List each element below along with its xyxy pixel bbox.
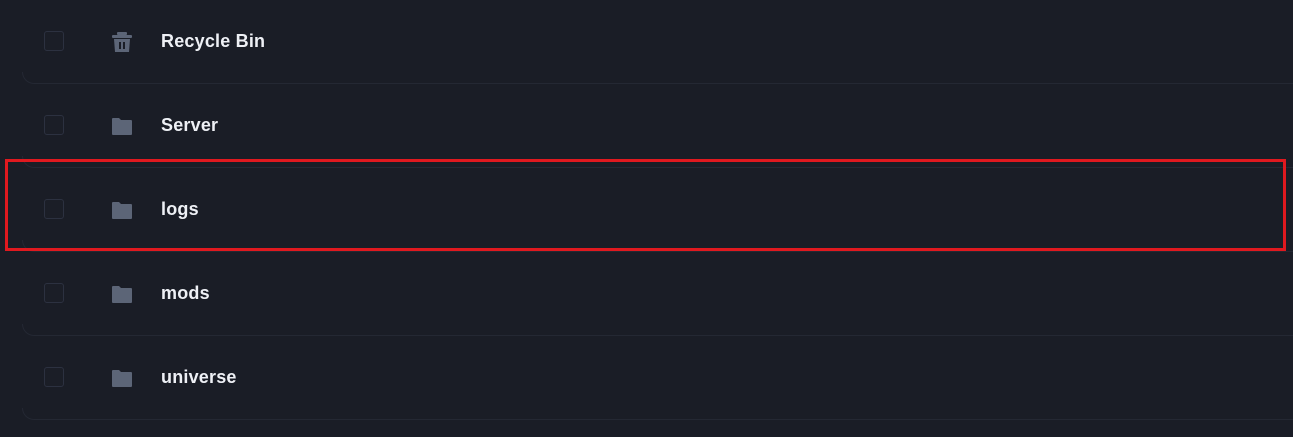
file-name[interactable]: mods bbox=[161, 282, 210, 304]
file-row-mods[interactable]: mods bbox=[0, 252, 1293, 336]
row-divider bbox=[22, 240, 1293, 252]
file-row-recycle-bin[interactable]: Recycle Bin bbox=[0, 0, 1293, 84]
file-list: Recycle Bin Server logs mods universe bbox=[0, 0, 1293, 437]
folder-icon bbox=[111, 367, 133, 389]
row-divider bbox=[22, 408, 1293, 420]
row-checkbox[interactable] bbox=[44, 367, 64, 387]
file-row-logs[interactable]: logs bbox=[0, 168, 1293, 252]
file-row-server[interactable]: Server bbox=[0, 84, 1293, 168]
folder-icon bbox=[111, 283, 133, 305]
file-name[interactable]: logs bbox=[161, 198, 199, 220]
row-checkbox[interactable] bbox=[44, 283, 64, 303]
row-checkbox[interactable] bbox=[44, 199, 64, 219]
file-name[interactable]: Recycle Bin bbox=[161, 30, 265, 52]
folder-icon bbox=[111, 115, 133, 137]
file-name[interactable]: Server bbox=[161, 114, 218, 136]
folder-icon bbox=[111, 199, 133, 221]
row-checkbox[interactable] bbox=[44, 31, 64, 51]
row-checkbox[interactable] bbox=[44, 115, 64, 135]
file-name[interactable]: universe bbox=[161, 366, 237, 388]
row-divider bbox=[22, 324, 1293, 336]
trash-icon bbox=[111, 31, 133, 53]
file-row-universe[interactable]: universe bbox=[0, 336, 1293, 420]
row-divider bbox=[22, 72, 1293, 84]
row-divider bbox=[22, 156, 1293, 168]
